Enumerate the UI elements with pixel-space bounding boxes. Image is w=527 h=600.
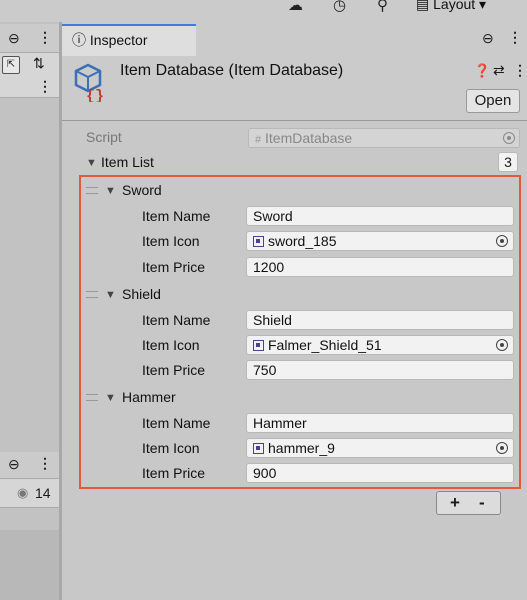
- sprite-icon: [253, 340, 264, 351]
- item-name-field[interactable]: Hammer: [246, 413, 514, 433]
- drag-handle-icon[interactable]: [86, 394, 98, 401]
- item-icon-label: Item Icon: [142, 233, 200, 249]
- context-menu-icon[interactable]: ⋮: [513, 62, 527, 79]
- expand-icon[interactable]: ⇱: [2, 56, 20, 74]
- item-name-label: Item Name: [142, 415, 211, 431]
- layout-dropdown[interactable]: ▤ Layout ▾: [416, 0, 486, 13]
- history-icon[interactable]: ◷: [333, 0, 346, 14]
- object-picker-icon: [503, 132, 515, 144]
- list-size-field[interactable]: 3: [498, 152, 518, 172]
- left-panel: [0, 22, 59, 600]
- layout-icon: ▤: [416, 0, 434, 12]
- list-add-remove-footer: + -: [436, 491, 501, 515]
- object-picker-icon[interactable]: [496, 339, 508, 351]
- inspector-title: Item Database (Item Database): [120, 62, 344, 79]
- list-foldout-arrow-icon[interactable]: ▼: [86, 157, 97, 169]
- sprite-icon: [253, 236, 264, 247]
- preset-icon[interactable]: ⇄: [493, 62, 505, 79]
- item-price-field[interactable]: 1200: [246, 257, 514, 277]
- more-menu-icon[interactable]: ⋮: [508, 29, 522, 46]
- element-foldout-arrow-icon[interactable]: ▼: [105, 289, 116, 301]
- scriptable-object-icon: {}: [74, 63, 104, 102]
- drag-handle-icon[interactable]: [86, 187, 98, 194]
- visibility-icon[interactable]: ◉: [17, 485, 28, 501]
- item-name-label: Item Name: [142, 208, 211, 224]
- more-menu-icon[interactable]: ⋮: [38, 455, 52, 472]
- script-label: Script: [86, 129, 122, 145]
- element-foldout-arrow-icon[interactable]: ▼: [105, 185, 116, 197]
- item-price-label: Item Price: [142, 465, 206, 481]
- item-price-field[interactable]: 900: [246, 463, 514, 483]
- lock-icon[interactable]: ⊖: [8, 30, 20, 47]
- object-picker-icon[interactable]: [496, 235, 508, 247]
- search-icon[interactable]: ⚲: [377, 0, 388, 14]
- add-element-button[interactable]: +: [450, 493, 460, 513]
- item-icon-field[interactable]: Falmer_Shield_51: [246, 335, 514, 355]
- element-header[interactable]: Hammer: [122, 389, 176, 405]
- more-menu-icon[interactable]: ⋮: [38, 78, 52, 95]
- drag-handle-icon[interactable]: [86, 291, 98, 298]
- help-icon[interactable]: ❓: [474, 63, 490, 79]
- open-button[interactable]: Open: [466, 89, 520, 113]
- item-icon-field[interactable]: hammer_9: [246, 438, 514, 458]
- element-header[interactable]: Shield: [122, 286, 161, 302]
- item-price-field[interactable]: 750: [246, 360, 514, 380]
- sort-icon[interactable]: ⇅: [33, 55, 45, 72]
- svg-text:{}: {}: [86, 88, 104, 102]
- item-name-field[interactable]: Sword: [246, 206, 514, 226]
- lock-icon[interactable]: ⊖: [8, 456, 20, 473]
- tab-inspector-label: ⓘ Inspector: [72, 32, 148, 48]
- item-name-field[interactable]: Shield: [246, 310, 514, 330]
- item-icon-field[interactable]: sword_185: [246, 231, 514, 251]
- info-icon: ⓘ: [72, 32, 90, 48]
- remove-element-button[interactable]: -: [479, 493, 485, 513]
- element-foldout-arrow-icon[interactable]: ▼: [105, 392, 116, 404]
- sprite-icon: [253, 443, 264, 454]
- element-header[interactable]: Sword: [122, 182, 162, 198]
- left-panel-body: [0, 530, 59, 600]
- visibility-count: 14: [35, 485, 51, 501]
- item-price-label: Item Price: [142, 259, 206, 275]
- item-icon-label: Item Icon: [142, 440, 200, 456]
- script-field: # ItemDatabase: [248, 128, 520, 148]
- more-menu-icon[interactable]: ⋮: [38, 29, 52, 46]
- item-list-label[interactable]: Item List: [101, 154, 154, 170]
- item-price-label: Item Price: [142, 362, 206, 378]
- lock-icon[interactable]: ⊖: [482, 30, 494, 47]
- item-name-label: Item Name: [142, 312, 211, 328]
- script-icon: #: [255, 134, 262, 146]
- cloud-icon[interactable]: ☁: [288, 0, 303, 14]
- item-icon-label: Item Icon: [142, 337, 200, 353]
- object-picker-icon[interactable]: [496, 442, 508, 454]
